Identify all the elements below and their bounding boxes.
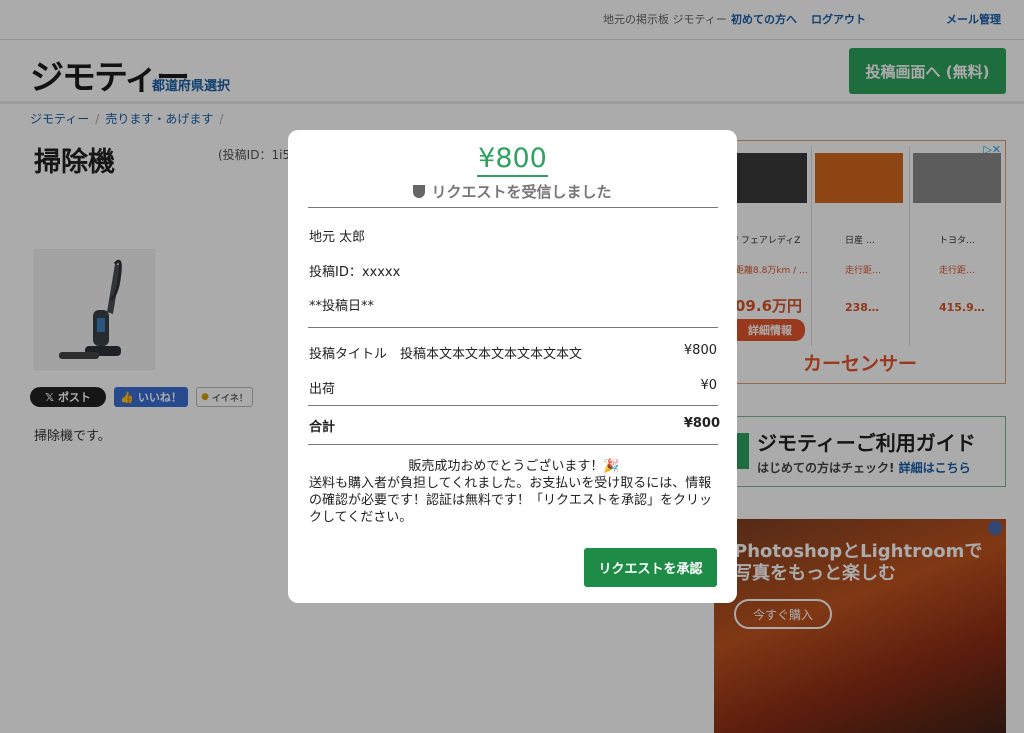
divider [308, 207, 718, 208]
item-line-label: 投稿タイトル 投稿本文本文本文本文本文本文 [309, 347, 583, 362]
total-price: ¥800 [683, 416, 720, 431]
shipping-label: 出荷 [309, 382, 336, 397]
request-amount: ¥800 [288, 143, 737, 177]
buyer-name: 地元 太郎 [309, 230, 366, 245]
approve-request-button[interactable]: リクエストを承認 [584, 548, 717, 587]
post-date: **投稿日** [309, 299, 375, 314]
shipping-price: ¥0 [700, 378, 717, 393]
total-label: 合計 [309, 420, 336, 435]
message-body: 送料も購入者が負担してくれました。お支払いを受け取るには、情報の確認が必要です！… [309, 476, 713, 525]
divider [308, 327, 718, 328]
item-line-price: ¥800 [683, 343, 717, 358]
post-id: 投稿ID：xxxxx [309, 265, 401, 280]
divider [308, 444, 718, 445]
request-status: リクエストを受信しました [288, 181, 737, 202]
request-modal: ¥800 リクエストを受信しました 地元 太郎 投稿ID：xxxxx **投稿日… [288, 130, 737, 603]
divider [308, 405, 718, 406]
shield-icon [413, 185, 426, 198]
message-title: 販売成功おめでとうございます！🎉 [408, 459, 620, 474]
success-message: 販売成功おめでとうございます！🎉 送料も購入者が負担してくれました。お支払いを受… [309, 458, 719, 526]
